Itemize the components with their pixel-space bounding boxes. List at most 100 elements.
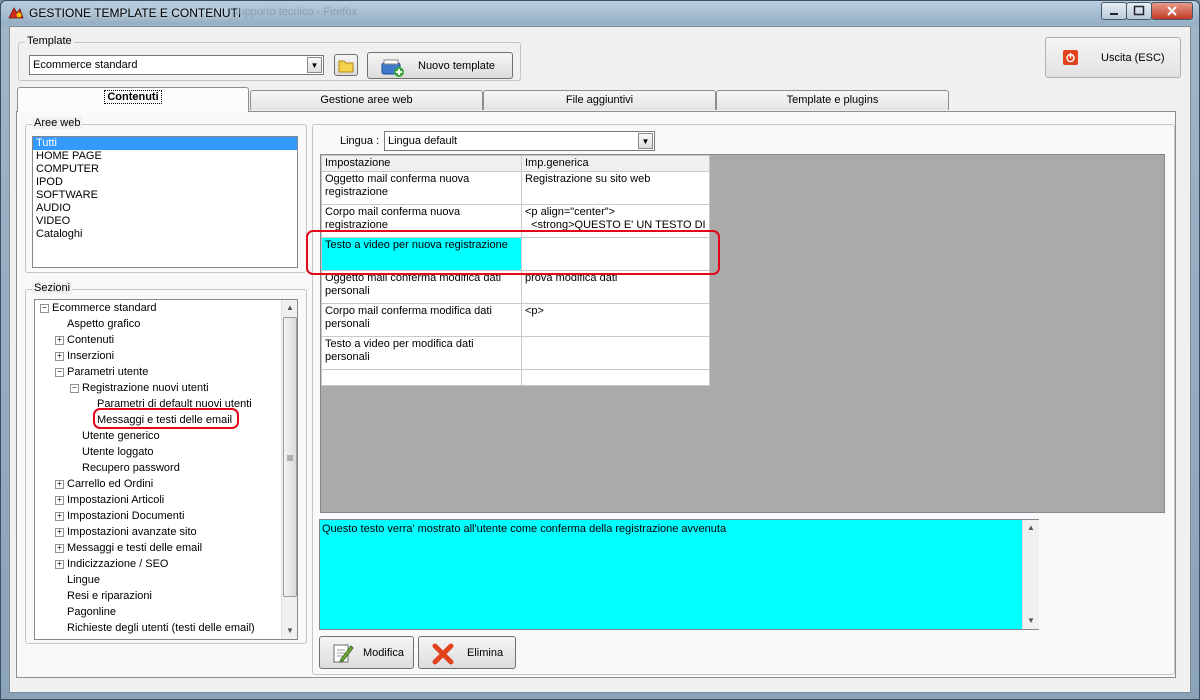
tab-label: File aggiuntivi <box>565 94 634 106</box>
folder-icon <box>338 60 354 73</box>
aree-web-label: Aree web <box>32 117 83 129</box>
table-row[interactable]: Oggetto mail conferma nuova registrazion… <box>321 171 710 205</box>
collapse-icon[interactable]: − <box>55 368 64 377</box>
table-row[interactable]: Testo a video per modifica dati personal… <box>321 336 710 370</box>
expand-icon[interactable]: + <box>55 512 64 521</box>
setting-name-cell[interactable]: Testo a video per modifica dati personal… <box>321 336 522 370</box>
tree-node[interactable]: Registrazione nuovi utenti <box>82 381 209 397</box>
tree-node[interactable]: Utente loggato <box>82 445 154 461</box>
setting-name-cell[interactable] <box>321 369 522 386</box>
tab-gestione-aree-web[interactable]: Gestione aree web <box>250 90 483 110</box>
expand-icon[interactable]: + <box>55 336 64 345</box>
tree-node[interactable]: Impostazioni Articoli <box>67 493 164 509</box>
tree-node[interactable]: Impostazioni Documenti <box>67 509 184 525</box>
list-item[interactable]: VIDEO <box>33 215 297 228</box>
expand-icon[interactable]: + <box>55 560 64 569</box>
open-folder-button[interactable] <box>334 54 358 76</box>
power-icon <box>1063 50 1078 65</box>
table-row[interactable]: Corpo mail conferma modifica dati person… <box>321 303 710 337</box>
maximize-button[interactable] <box>1126 2 1152 20</box>
memo-scrollbar[interactable]: ▲ ▼ <box>1022 520 1039 629</box>
scroll-up-icon[interactable]: ▲ <box>1023 520 1039 536</box>
tree-node[interactable]: Aspetto grafico <box>67 317 140 333</box>
expand-icon[interactable]: + <box>55 544 64 553</box>
tree-node[interactable]: Ecommerce standard <box>52 301 157 317</box>
list-item[interactable]: AUDIO <box>33 202 297 215</box>
lingua-select[interactable]: Lingua default ▼ <box>384 131 655 151</box>
expand-icon[interactable]: + <box>55 480 64 489</box>
table-row[interactable] <box>321 369 710 386</box>
tree-node[interactable]: Carrello ed Ordini <box>67 477 153 493</box>
tab-label: Contenuti <box>104 90 162 104</box>
tree-node[interactable]: Resi e riparazioni <box>67 589 152 605</box>
chevron-down-icon[interactable]: ▼ <box>307 57 322 73</box>
chevron-down-icon[interactable]: ▼ <box>638 133 653 149</box>
tree-node[interactable]: Impostazioni avanzate sito <box>67 525 197 541</box>
setting-name-cell[interactable]: Oggetto mail conferma nuova registrazion… <box>321 171 522 205</box>
exit-label: Uscita (ESC) <box>1101 52 1165 64</box>
memo-text: Questo testo verra' mostrato all'utente … <box>322 523 727 535</box>
modifica-button[interactable]: Modifica <box>319 636 414 669</box>
modifica-label: Modifica <box>363 647 404 659</box>
title-bar[interactable]: GESTIONE TEMPLATE E CONTENUTI Supporto t… <box>1 1 1199 25</box>
list-item[interactable]: Tutti <box>33 137 297 150</box>
list-item[interactable]: SOFTWARE <box>33 189 297 202</box>
list-item[interactable]: IPOD <box>33 176 297 189</box>
collapse-icon[interactable]: − <box>40 304 49 313</box>
maximize-icon <box>1133 5 1145 16</box>
scrollbar-thumb[interactable] <box>283 317 297 597</box>
tree-node[interactable]: Lingue <box>67 573 100 589</box>
setting-value-cell[interactable] <box>521 336 710 370</box>
collapse-icon[interactable]: − <box>70 384 79 393</box>
setting-value-cell[interactable]: <p> <box>521 303 710 337</box>
expand-icon[interactable]: + <box>55 352 64 361</box>
setting-name-cell[interactable]: Corpo mail conferma modifica dati person… <box>321 303 522 337</box>
expand-icon[interactable]: + <box>55 496 64 505</box>
tree-node[interactable]: Documentazione <box>67 637 150 639</box>
table-row[interactable]: Oggetto mail conferma modifica dati pers… <box>321 270 710 304</box>
grid-highlight-annotation <box>306 230 720 275</box>
tree-node[interactable]: Richieste degli utenti (testi delle emai… <box>67 621 255 637</box>
tree-node[interactable]: Parametri utente <box>67 365 148 381</box>
template-group: Template Ecommerce standard ▼ Nuovo temp… <box>18 35 521 81</box>
column-header-impostazione[interactable]: Impostazione <box>321 155 522 172</box>
close-icon <box>1167 6 1177 16</box>
scroll-down-icon[interactable]: ▼ <box>1023 613 1039 629</box>
elimina-button[interactable]: Elimina <box>418 636 516 669</box>
list-item[interactable]: HOME PAGE <box>33 150 297 163</box>
tree-node[interactable]: Utente generico <box>82 429 160 445</box>
aree-web-group: Aree web Tutti HOME PAGE COMPUTER IPOD SOFTW… <box>25 117 307 273</box>
text-memo[interactable]: Questo testo verra' mostrato all'utente … <box>319 519 1039 630</box>
exit-button[interactable]: Uscita (ESC) <box>1045 37 1181 78</box>
tree-node[interactable]: Messaggi e testi delle email <box>67 541 202 557</box>
new-template-icon <box>381 59 404 77</box>
new-template-button[interactable]: Nuovo template <box>367 52 513 79</box>
list-item[interactable]: Cataloghi <box>33 228 297 241</box>
setting-value-cell[interactable]: prova modifica dati <box>521 270 710 304</box>
tree-node[interactable]: Pagonline <box>67 605 116 621</box>
tab-file-aggiuntivi[interactable]: File aggiuntivi <box>483 90 716 110</box>
tab-contenuti[interactable]: Contenuti <box>17 87 249 112</box>
list-item[interactable]: COMPUTER <box>33 163 297 176</box>
window-title: GESTIONE TEMPLATE E CONTENUTI <box>29 6 242 20</box>
scroll-down-icon[interactable]: ▼ <box>282 623 297 639</box>
minimize-button[interactable] <box>1101 2 1127 20</box>
minimize-icon <box>1110 13 1118 15</box>
tree-node[interactable]: Indicizzazione / SEO <box>67 557 169 573</box>
column-header-imp-generica[interactable]: Imp.generica <box>521 155 710 172</box>
aree-web-list[interactable]: Tutti HOME PAGE COMPUTER IPOD SOFTWARE AUDIO V… <box>32 136 298 268</box>
tree-node[interactable]: Contenuti <box>67 333 114 349</box>
setting-value-cell[interactable] <box>521 369 710 386</box>
setting-name-cell[interactable]: Oggetto mail conferma modifica dati pers… <box>321 270 522 304</box>
tab-template-e-plugins[interactable]: Template e plugins <box>716 90 949 110</box>
tree-node[interactable]: Inserzioni <box>67 349 114 365</box>
tree-node[interactable]: Recupero password <box>82 461 180 477</box>
setting-value-cell[interactable]: Registrazione su sito web <box>521 171 710 205</box>
expand-icon[interactable]: + <box>55 528 64 537</box>
scroll-up-icon[interactable]: ▲ <box>282 300 297 316</box>
template-select[interactable]: Ecommerce standard ▼ <box>29 55 324 75</box>
close-window-button[interactable] <box>1151 2 1193 20</box>
tree-scrollbar[interactable]: ▲ ▼ <box>281 300 297 639</box>
sezioni-tree[interactable]: ▲ ▼ − Ecommerce standard Aspetto grafico + C… <box>34 299 298 640</box>
application-window: GESTIONE TEMPLATE E CONTENUTI Supporto t… <box>0 0 1200 700</box>
